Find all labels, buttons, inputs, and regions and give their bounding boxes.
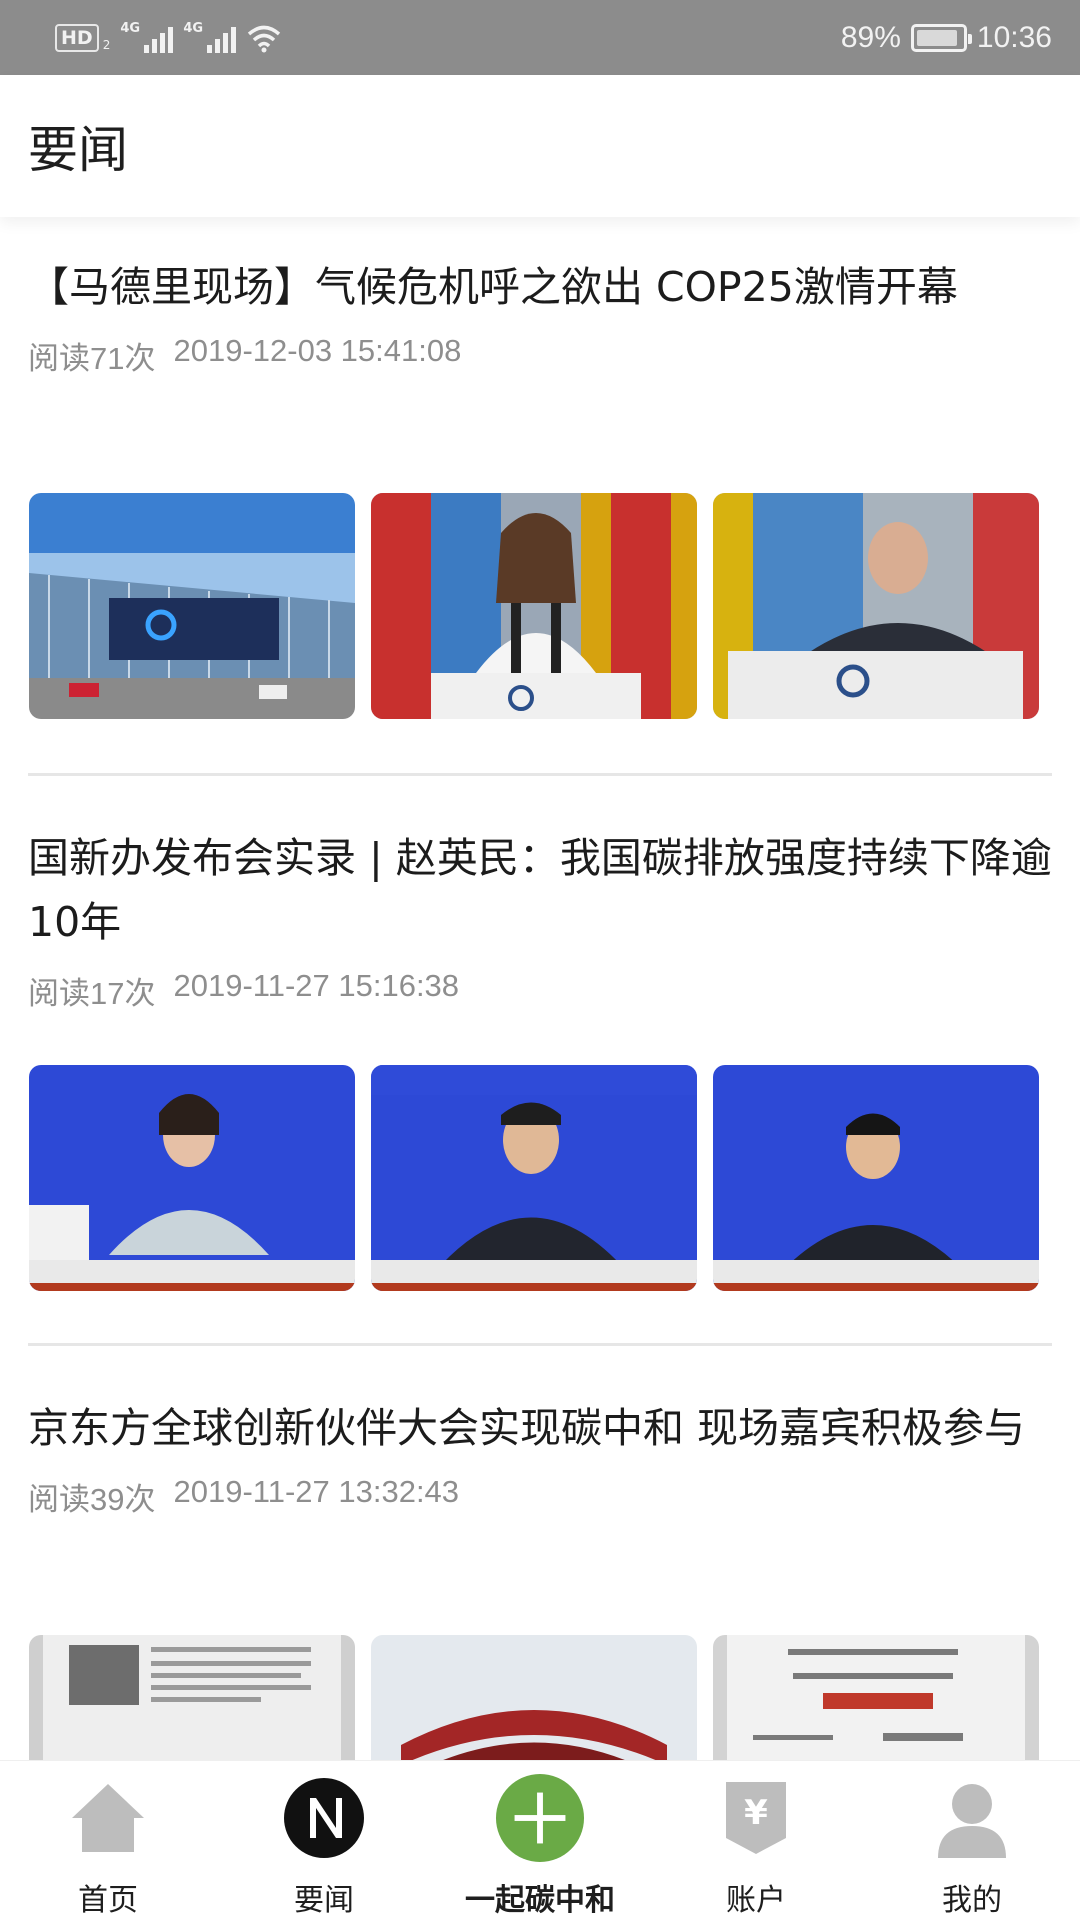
scio-press-man-photo[interactable] [371,1065,697,1291]
home-icon [63,1773,153,1863]
publish-time: 2019-11-27 15:16:38 [173,968,460,1003]
plus-icon [495,1773,585,1863]
article-item[interactable]: 【马德里现场】气候危机呼之欲出 COP25激情开幕 阅读71次 2019-12-… [28,255,1052,378]
nav-home-label: 首页 [78,1883,138,1918]
status-left: HD 2 4G 4G [55,20,282,53]
network-type: 4G [120,20,141,36]
yuan-account-icon: ¥ [711,1773,801,1863]
nav-account[interactable]: ¥ 账户 [648,1761,864,1920]
expo-building-photo[interactable] [371,1635,697,1760]
person-icon [927,1773,1017,1863]
battery-icon [910,23,972,52]
nav-mine-label: 我的 [942,1883,1002,1918]
article-images[interactable] [29,1635,1039,1760]
news-n-icon [279,1773,369,1863]
article-images[interactable] [29,493,1039,719]
page-title: 要闻 [28,121,128,179]
scio-press-official-photo[interactable] [713,1065,1039,1291]
article-images[interactable] [29,1065,1039,1291]
sim-indicator: 2 [102,37,111,52]
scio-press-woman-photo[interactable] [29,1065,355,1291]
bottom-nav: 首页 要闻 一起碳中和 ¥ 账户 我的 [0,1760,1080,1920]
article-meta: 阅读39次 2019-11-27 13:32:43 [28,1474,1052,1519]
battery-percent: 89% [840,20,901,54]
read-count: 阅读17次 [28,976,156,1011]
publish-time: 2019-12-03 15:41:08 [173,333,462,368]
nav-news[interactable]: 要闻 [216,1761,432,1920]
article-item[interactable]: 国新办发布会实录 | 赵英民：我国碳排放强度持续下降逾10年 阅读17次 201… [28,826,1052,1013]
climate-action-certificate-photo[interactable] [713,1635,1039,1760]
signal-icon: 4G [120,20,174,53]
network-type-2: 4G [183,20,204,36]
article-divider [28,773,1052,776]
nav-carbon-neutral-label: 一起碳中和 [465,1883,615,1918]
read-count: 阅读71次 [28,341,156,376]
article-meta: 阅读17次 2019-11-27 15:16:38 [28,968,1052,1013]
nav-carbon-neutral[interactable]: 一起碳中和 [432,1761,648,1920]
cop25-speaker-woman-photo[interactable] [371,493,697,719]
article-divider [28,1343,1052,1346]
article-title[interactable]: 【马德里现场】气候危机呼之欲出 COP25激情开幕 [28,255,1052,319]
cop25-speaker-man-photo[interactable] [713,493,1039,719]
article-title[interactable]: 国新办发布会实录 | 赵英民：我国碳排放强度持续下降逾10年 [28,826,1052,954]
news-feed[interactable]: 【马德里现场】气候危机呼之欲出 COP25激情开幕 阅读71次 2019-12-… [0,217,1080,1760]
page-header: 要闻 [0,75,1080,217]
wifi-icon [248,25,281,52]
nav-home[interactable]: 首页 [0,1761,216,1920]
article-item[interactable]: 京东方全球创新伙伴大会实现碳中和 现场嘉宾积极参与 阅读39次 2019-11-… [28,1396,1052,1519]
nav-account-label: 账户 [726,1883,786,1918]
clock: 10:36 [976,20,1052,54]
nav-news-label: 要闻 [294,1883,354,1918]
status-bar: HD 2 4G 4G 89% 10:36 [0,0,1080,75]
read-count: 阅读39次 [28,1482,156,1517]
signal-icon-2: 4G [183,20,237,53]
nav-mine[interactable]: 我的 [864,1761,1080,1920]
status-right: 89% 10:36 [841,21,1052,55]
hd-voice-icon: HD [55,23,99,52]
certificate-document-photo[interactable] [29,1635,355,1760]
svg-text:¥: ¥ [744,1793,768,1833]
publish-time: 2019-11-27 13:32:43 [173,1474,460,1509]
feria-de-madrid-photo[interactable] [29,493,355,719]
article-title[interactable]: 京东方全球创新伙伴大会实现碳中和 现场嘉宾积极参与 [28,1396,1052,1460]
article-meta: 阅读71次 2019-12-03 15:41:08 [28,333,1052,378]
